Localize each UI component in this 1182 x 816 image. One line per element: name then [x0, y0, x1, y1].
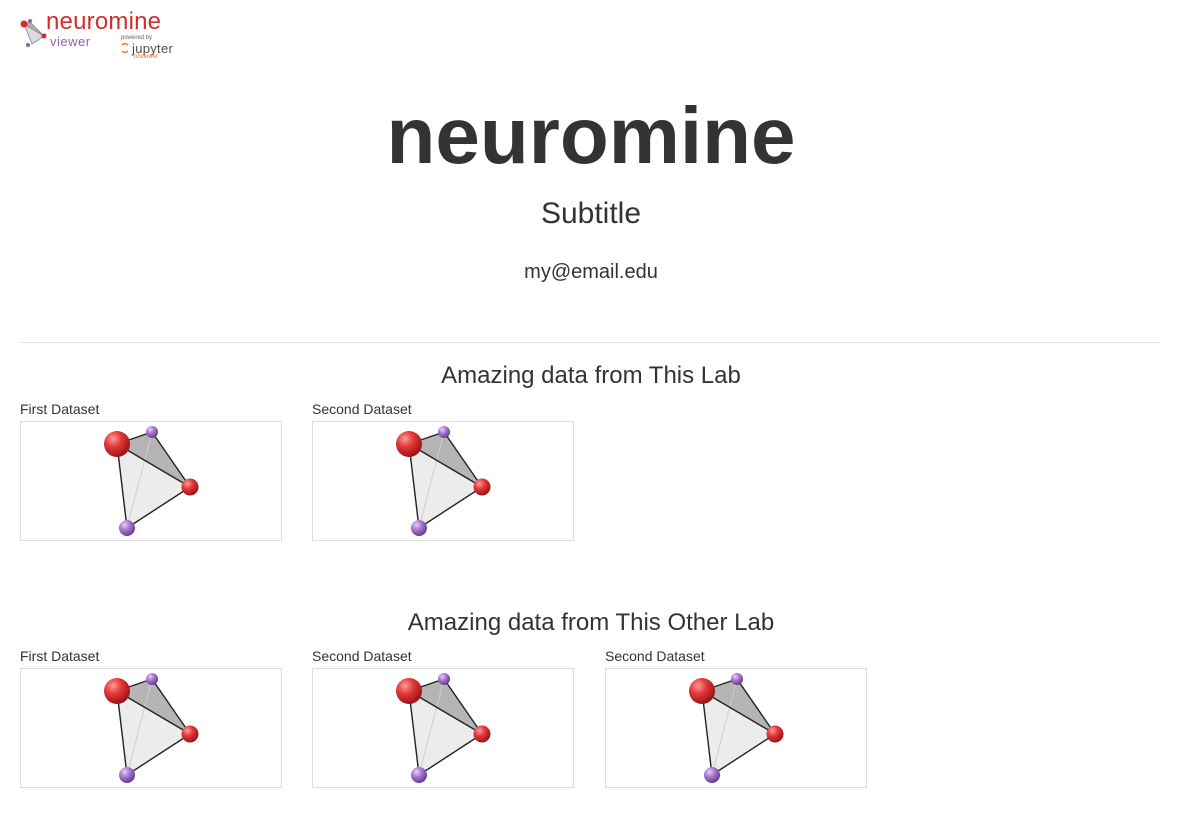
- dataset-card[interactable]: First Dataset: [20, 400, 283, 541]
- molecule-atom: [396, 678, 422, 704]
- dataset-thumbnail[interactable]: [605, 668, 867, 788]
- molecule-atom: [704, 767, 720, 783]
- dataset-label[interactable]: Second Dataset: [605, 647, 868, 665]
- dataset-card[interactable]: First Dataset: [20, 647, 283, 788]
- molecule-atom: [411, 767, 427, 783]
- dataset-thumbnail[interactable]: [20, 421, 282, 541]
- dataset-label[interactable]: Second Dataset: [312, 647, 575, 665]
- dataset-card[interactable]: Second Dataset: [312, 647, 575, 788]
- molecule-atom: [473, 478, 491, 496]
- molecule-atom: [146, 673, 158, 685]
- molecule-atom: [146, 426, 158, 438]
- site-logo[interactable]: neuromine viewer powered by jupyter nbvi…: [20, 8, 220, 70]
- dataset-label[interactable]: First Dataset: [20, 400, 283, 418]
- molecule-logo-icon: [20, 19, 47, 47]
- dataset-label[interactable]: Second Dataset: [312, 400, 575, 418]
- tetrahedron-molecule-icon: [396, 426, 491, 536]
- section-heading: Amazing data from This Lab: [441, 362, 741, 389]
- tetrahedron-molecule-icon: [104, 673, 199, 783]
- dataset-thumbnail[interactable]: [312, 668, 574, 788]
- molecule-atom: [119, 767, 135, 783]
- dataset-card[interactable]: Second Dataset: [312, 400, 575, 541]
- brand-name: neuromine: [46, 8, 162, 35]
- tetrahedron-molecule-icon: [104, 426, 199, 536]
- page-title: neuromine: [386, 91, 796, 180]
- contact-email: my@email.edu: [524, 261, 658, 283]
- molecule-atom: [731, 673, 743, 685]
- brand-subtitle: viewer: [50, 34, 91, 49]
- molecule-atom: [396, 431, 422, 457]
- molecule-atom: [119, 520, 135, 536]
- dataset-thumbnail[interactable]: [312, 421, 574, 541]
- nbviewer-label: nbviewer: [134, 54, 159, 60]
- molecule-atom: [411, 520, 427, 536]
- dataset-card[interactable]: Second Dataset: [605, 647, 868, 788]
- section-heading: Amazing data from This Other Lab: [407, 609, 775, 636]
- molecule-atom: [438, 426, 450, 438]
- dataset-label[interactable]: First Dataset: [20, 647, 283, 665]
- molecule-atom: [104, 678, 130, 704]
- powered-by-jupyter[interactable]: powered by jupyter nbviewer: [121, 35, 191, 65]
- molecule-atom: [181, 478, 199, 496]
- molecule-atom: [766, 725, 784, 743]
- page-subtitle: Subtitle: [540, 197, 642, 230]
- molecule-atom: [104, 431, 130, 457]
- jupyter-icon: [121, 42, 129, 54]
- tetrahedron-molecule-icon: [396, 673, 491, 783]
- molecule-atom: [438, 673, 450, 685]
- molecule-atom: [689, 678, 715, 704]
- divider: [20, 342, 1160, 343]
- dataset-thumbnail[interactable]: [20, 668, 282, 788]
- molecule-atom: [181, 725, 199, 743]
- tetrahedron-molecule-icon: [689, 673, 784, 783]
- molecule-atom: [473, 725, 491, 743]
